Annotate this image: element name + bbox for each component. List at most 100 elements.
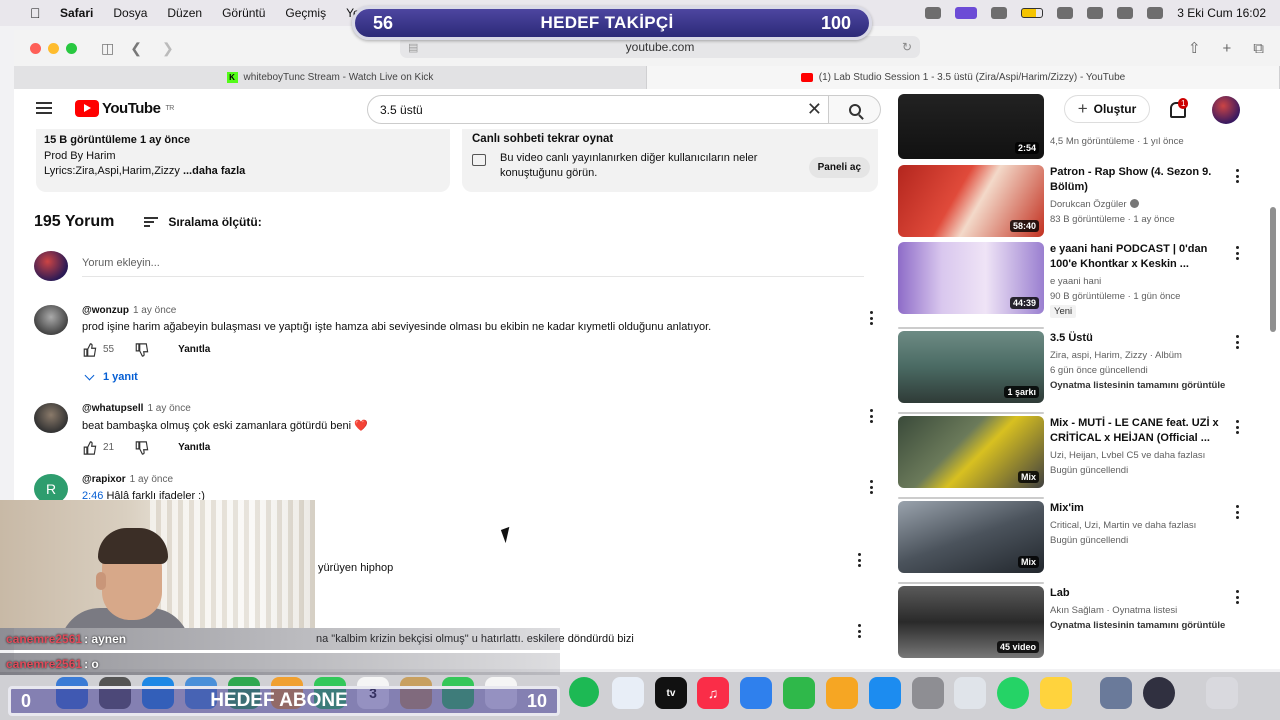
comment-author[interactable]: @rapixor <box>82 474 126 485</box>
video-title[interactable]: Mix'im <box>1050 501 1230 516</box>
show-replies-button[interactable]: 1 yanıt <box>84 370 138 383</box>
video-thumbnail[interactable]: Mix <box>898 416 1044 488</box>
apple-tv-icon[interactable]: tv <box>655 677 687 709</box>
spotify-icon[interactable] <box>569 677 599 707</box>
iphone-mirroring-icon[interactable] <box>954 677 986 709</box>
video-more-icon[interactable] <box>1236 420 1240 434</box>
channel-name[interactable]: Critical, Uzi, Martin ve daha fazlası <box>1050 518 1196 533</box>
like-icon[interactable] <box>82 343 97 357</box>
video-more-icon[interactable] <box>1236 590 1240 604</box>
apple-icon[interactable]:  <box>30 5 48 21</box>
youtube-logo[interactable]: YouTube TR <box>75 100 174 117</box>
pages-icon[interactable] <box>826 677 858 709</box>
video-more-icon[interactable] <box>1236 169 1240 183</box>
tab-overview-icon[interactable]: ⧉ <box>1253 40 1264 57</box>
menu-view[interactable]: Görüntü <box>222 6 265 20</box>
app-store-icon[interactable] <box>869 677 901 709</box>
recommended-video[interactable]: Mix Mix - MUTİ - LE CANE feat. UZİ x CRİ… <box>898 412 1254 488</box>
keynote-icon[interactable] <box>740 677 772 709</box>
comment-author[interactable]: @wonzup <box>82 305 129 316</box>
play-icon[interactable] <box>991 7 1008 19</box>
comment-time[interactable]: 1 ay önce <box>130 474 173 485</box>
avatar[interactable] <box>34 305 68 335</box>
control-center-icon[interactable] <box>1117 7 1134 19</box>
share-icon[interactable]: ⇧ <box>1188 39 1201 57</box>
menu-hamburger-icon[interactable] <box>36 102 52 114</box>
video-more-icon[interactable] <box>1236 246 1240 260</box>
dislike-icon[interactable] <box>134 441 149 455</box>
recommended-video[interactable]: 44:39 e yaani hani PODCAST | 0'dan 100'e… <box>898 242 1254 318</box>
video-title[interactable]: 3.5 Üstü <box>1050 331 1230 346</box>
wifi-icon[interactable] <box>1057 7 1074 19</box>
recommended-video[interactable]: 2:54 4,5 Mn görüntüleme · 1 yıl önce <box>898 94 1254 159</box>
clear-search-icon[interactable]: ✕ <box>807 100 822 118</box>
screen-record-icon[interactable] <box>955 7 978 19</box>
reply-button[interactable]: Yanıtla <box>178 344 210 355</box>
tab-kick[interactable]: K whiteboyTunc Stream - Watch Live on Ki… <box>14 66 647 89</box>
like-icon[interactable] <box>82 441 97 455</box>
add-comment-input[interactable]: Yorum ekleyin... <box>82 257 864 277</box>
menu-edit[interactable]: Düzen <box>167 6 202 20</box>
show-more-link[interactable]: ...daha fazla <box>183 165 245 177</box>
channel-name[interactable]: Dorukcan Özgüler <box>1050 199 1127 210</box>
music-icon[interactable]: ♫ <box>697 677 729 709</box>
reload-icon[interactable]: ↻ <box>902 40 912 54</box>
page-scrollbar[interactable] <box>1270 207 1276 332</box>
video-title[interactable]: e yaani hani PODCAST | 0'dan 100'e Khont… <box>1050 242 1230 272</box>
comment-time[interactable]: 1 ay önce <box>133 305 176 316</box>
recommended-video[interactable]: 45 video Lab Akın Sağlam · Oynatma liste… <box>898 582 1254 658</box>
menu-app-name[interactable]: Safari <box>60 6 93 20</box>
menu-history[interactable]: Geçmiş <box>285 6 326 20</box>
channel-name[interactable]: Akın Sağlam · Oynatma listesi <box>1050 603 1177 618</box>
menu-file[interactable]: Dosya <box>113 6 147 20</box>
forward-icon[interactable]: ❯ <box>162 40 174 57</box>
video-thumbnail[interactable]: 1 şarkı <box>898 331 1044 403</box>
zoom-window-button[interactable] <box>66 42 77 54</box>
comment-more-icon[interactable] <box>858 553 862 567</box>
tips-icon[interactable] <box>1040 677 1072 709</box>
avatar[interactable] <box>34 403 68 433</box>
dislike-icon[interactable] <box>134 343 149 357</box>
comment-more-icon[interactable] <box>870 409 874 423</box>
whatsapp-icon[interactable] <box>997 677 1029 709</box>
open-panel-button[interactable]: Paneli aç <box>808 157 870 178</box>
recommended-video[interactable]: Mix Mix'im Critical, Uzi, Martin ve daha… <box>898 497 1254 573</box>
video-title[interactable]: Patron - Rap Show (4. Sezon 9. Bölüm) <box>1050 165 1230 195</box>
comment-author[interactable]: @whatupsell <box>82 403 143 414</box>
channel-name[interactable]: Uzi, Heijan, Lvbel C5 ve daha fazlası <box>1050 448 1205 463</box>
back-icon[interactable]: ❮ <box>130 40 142 57</box>
view-full-playlist-link[interactable]: Oynatma listesinin tamamını görüntüle <box>1050 618 1225 633</box>
obs-icon[interactable] <box>1143 677 1175 709</box>
view-full-playlist-link[interactable]: Oynatma listesinin tamamını görüntüle <box>1050 378 1225 393</box>
search-input[interactable]: 3.5 üstü ✕ <box>367 95 829 124</box>
sidebar-toggle-icon[interactable]: ◫ <box>101 40 114 57</box>
comment-more-icon[interactable] <box>858 624 862 638</box>
recommended-video[interactable]: 58:40 Patron - Rap Show (4. Sezon 9. Böl… <box>898 165 1254 237</box>
system-settings-icon[interactable] <box>912 677 944 709</box>
preview-icon[interactable] <box>1100 677 1132 709</box>
spotlight-icon[interactable] <box>1087 7 1104 19</box>
tab-youtube[interactable]: (1) Lab Studio Session 1 - 3.5 üstü (Zir… <box>647 66 1280 89</box>
sort-button[interactable]: Sıralama ölçütü: <box>144 215 262 229</box>
video-thumbnail[interactable]: 44:39 <box>898 242 1044 314</box>
new-tab-icon[interactable]: + <box>1223 40 1232 57</box>
trash-icon[interactable] <box>1206 677 1238 709</box>
reply-button[interactable]: Yanıtla <box>178 442 210 453</box>
video-thumbnail[interactable]: 2:54 <box>898 94 1044 159</box>
video-thumbnail[interactable]: 58:40 <box>898 165 1044 237</box>
comment-more-icon[interactable] <box>870 480 874 494</box>
recommended-video[interactable]: 1 şarkı 3.5 Üstü Zira, aspi, Harim, Zizz… <box>898 327 1254 403</box>
channel-name[interactable]: e yaani hani <box>1050 274 1101 289</box>
video-title[interactable]: Lab <box>1050 586 1230 601</box>
channel-name[interactable]: Zira, aspi, Harim, Zizzy · Albüm <box>1050 348 1182 363</box>
menu-clock[interactable]: 3 Eki Cum 16:02 <box>1177 6 1266 20</box>
video-title[interactable]: Mix - MUTİ - LE CANE feat. UZİ x CRİTİCA… <box>1050 416 1230 446</box>
video-thumbnail[interactable]: 45 video <box>898 586 1044 658</box>
page-menu-icon[interactable]: ▤ <box>408 41 418 54</box>
siri-icon[interactable] <box>1147 7 1164 19</box>
close-window-button[interactable] <box>30 42 41 54</box>
video-more-icon[interactable] <box>1236 335 1240 349</box>
video-description[interactable]: 15 B görüntüleme 1 ay önce Prod By Harim… <box>36 129 450 192</box>
freeform-icon[interactable] <box>612 677 644 709</box>
comment-more-icon[interactable] <box>870 311 874 325</box>
